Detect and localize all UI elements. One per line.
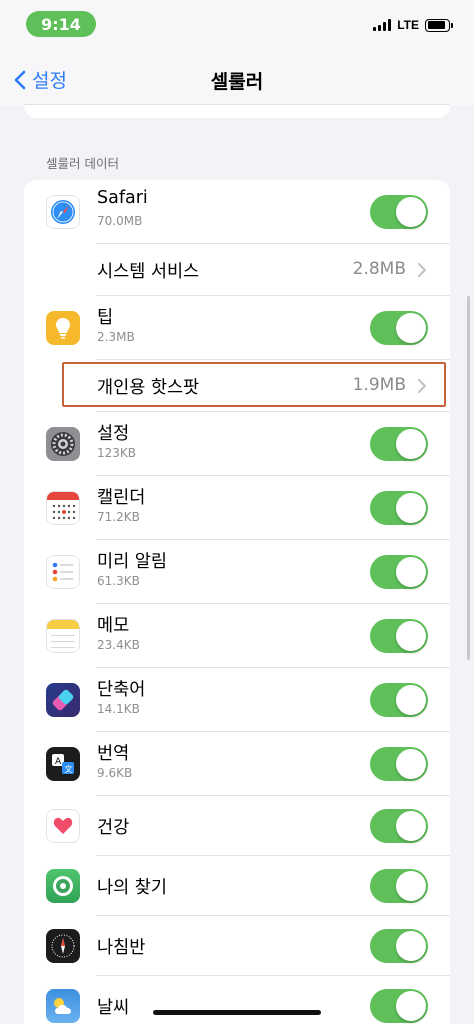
cellular-toggle[interactable] [370,929,428,963]
row-title: 캘린더 [97,488,146,508]
cellular-toggle[interactable] [370,683,428,717]
toggle-knob [396,811,426,841]
row-title: 미리 알림 [97,552,167,572]
tips-icon [46,311,80,345]
app-row: 61.3KB 미리 알림 [24,540,450,604]
chevron-right-icon [417,378,427,394]
app-row: 2.3MB 팁 [24,296,450,360]
row-data-usage: 9.6KB [97,766,133,780]
app-row: 나의 찾기 [24,856,450,916]
shortcuts-icon [46,683,80,717]
cellular-toggle[interactable] [370,809,428,843]
app-row: 23.4KB 메모 [24,604,450,668]
notes-icon [46,619,80,653]
translate-icon: A文 [46,747,80,781]
toggle-knob [396,313,426,343]
status-indicators: LTE [373,18,453,32]
cellular-toggle[interactable] [370,195,428,229]
row-data-usage: 123KB [97,446,137,460]
row-data-usage: 2.3MB [97,330,135,344]
cellular-toggle[interactable] [370,555,428,589]
row-title: 설정 [97,424,130,444]
row-title: 단축어 [97,680,146,700]
settings-link-row[interactable]: 개인용 핫스팟 1.9MB [24,360,450,412]
toggle-knob [396,621,426,651]
toggle-knob [396,429,426,459]
app-row: 나침반 [24,916,450,976]
previous-section-card [24,104,450,118]
cellular-toggle[interactable] [370,311,428,345]
toggle-knob [396,871,426,901]
settings-link-row[interactable]: 시스템 서비스 2.8MB [24,244,450,296]
toggle-knob [396,991,426,1021]
row-title: 시스템 서비스 [97,262,200,282]
settings-icon [46,427,80,461]
row-data-usage: 14.1KB [97,702,140,716]
section-header: 셀룰러 데이터 [46,156,119,171]
battery-icon [425,18,453,32]
row-title: Safari [97,188,148,208]
battery-level [427,21,445,29]
page-title: 셀룰러 [210,71,264,93]
scroll-indicator[interactable] [467,296,470,660]
toggle-knob [396,931,426,961]
chevron-right-icon [417,262,427,278]
find-my-icon [46,869,80,903]
app-row: 건강 [24,796,450,856]
app-row: 71.2KB 캘린더 [24,476,450,540]
health-icon [46,809,80,843]
svg-text:A: A [55,757,62,767]
home-indicator[interactable] [153,1010,321,1015]
status-bar: 9:14 LTE [0,0,474,52]
cellular-toggle[interactable] [370,869,428,903]
toggle-knob [396,749,426,779]
row-title: 나침반 [97,938,146,958]
signal-icon [373,19,392,31]
safari-icon [46,195,80,229]
cellular-toggle[interactable] [370,747,428,781]
row-title: 날씨 [97,998,130,1018]
row-value: 1.9MB [352,375,406,395]
cellular-data-list: 70.0MB Safari 시스템 서비스 2.8MB 2.3MB 팁개인용 핫스팟 1.9… [24,180,450,1024]
row-title: 나의 찾기 [97,878,167,898]
cellular-toggle[interactable] [370,619,428,653]
compass-icon [46,929,80,963]
reminders-icon [46,555,80,589]
toggle-knob [396,685,426,715]
toggle-knob [396,493,426,523]
row-title: 번역 [97,744,130,764]
app-row: 70.0MB Safari [24,180,450,244]
calendar-icon [46,491,80,525]
navigation-bar: 설정 셀룰러 [0,52,474,106]
svg-text:文: 文 [65,764,73,774]
app-row: 날씨 [24,976,450,1024]
row-data-usage: 70.0MB [97,214,143,228]
row-title: 메모 [97,616,130,636]
weather-icon [46,989,80,1023]
cellular-toggle[interactable] [370,427,428,461]
row-data-usage: 23.4KB [97,638,140,652]
app-row: 123KB 설정 [24,412,450,476]
app-row: A 文 9.6KB 번역 [24,732,450,796]
row-data-usage: 61.3KB [97,574,140,588]
row-title: 팁 [97,308,114,328]
status-time[interactable]: 9:14 [26,11,96,37]
cellular-toggle[interactable] [370,989,428,1023]
row-title: 건강 [97,818,130,838]
row-value: 2.8MB [352,259,406,279]
toggle-knob [396,557,426,587]
row-data-usage: 71.2KB [97,510,140,524]
cellular-toggle[interactable] [370,491,428,525]
app-row: 14.1KB 단축어 [24,668,450,732]
network-type: LTE [397,18,419,32]
row-title: 개인용 핫스팟 [97,378,200,398]
toggle-knob [396,197,426,227]
